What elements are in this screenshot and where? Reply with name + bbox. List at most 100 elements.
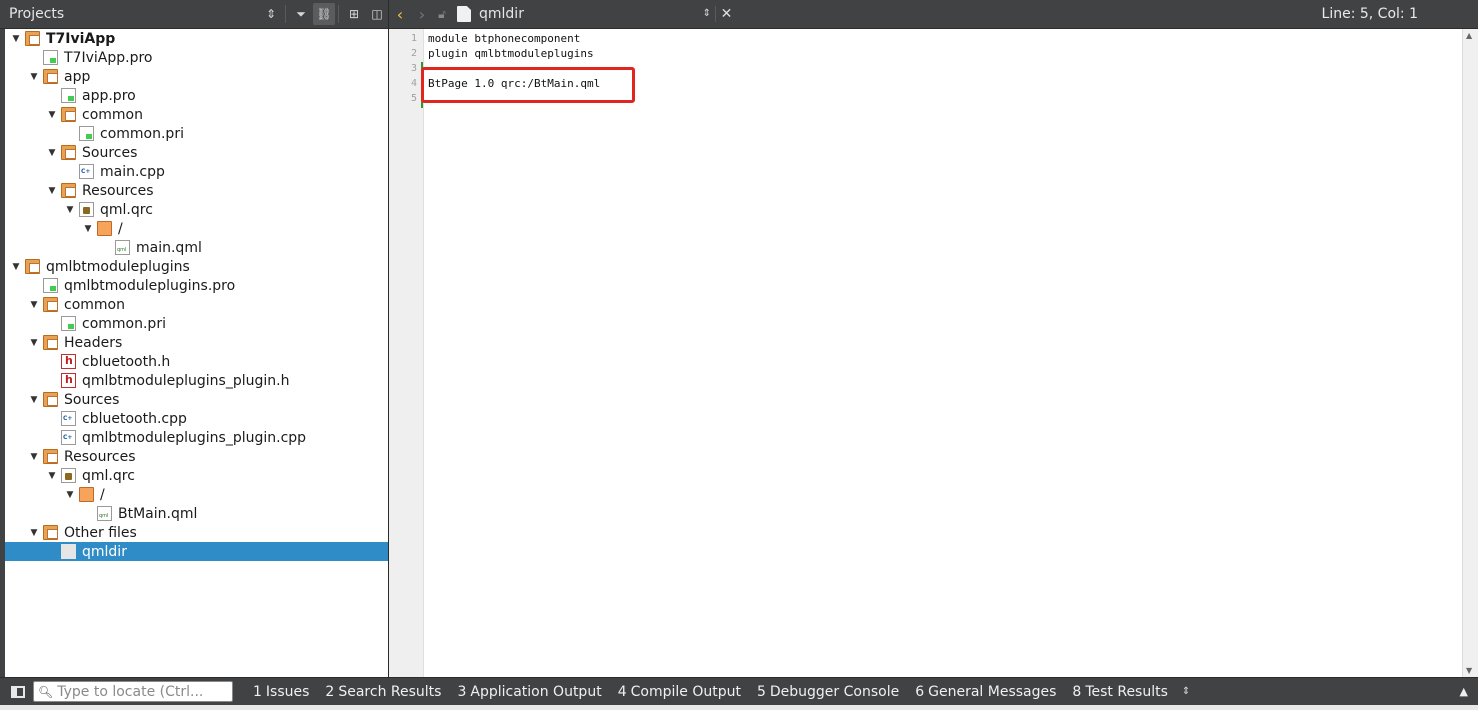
expand-arrow-icon[interactable]: ▼	[25, 452, 43, 462]
close-document-icon[interactable]: ✕	[715, 6, 737, 22]
tree-item[interactable]: ▼ common	[5, 105, 388, 124]
tree-item[interactable]: T7IviApp.pro	[5, 48, 388, 67]
tree-item[interactable]: ▼ qml.qrc	[5, 466, 388, 485]
pro-file-icon	[43, 50, 58, 65]
expand-arrow-icon[interactable]: ▼	[61, 490, 79, 500]
expand-arrow-icon[interactable]: ▼	[25, 300, 43, 310]
output-pane-button[interactable]: 6 General Messages	[907, 684, 1064, 700]
tree-item[interactable]: ▼ qml.qrc	[5, 200, 388, 219]
tree-item[interactable]: qmlbtmoduleplugins_plugin.cpp	[5, 428, 388, 447]
project-folder-icon	[25, 31, 40, 46]
tree-item[interactable]: ▼ Other files	[5, 523, 388, 542]
expand-arrow-icon[interactable]: ▼	[61, 205, 79, 215]
filter-icon[interactable]: ⏷	[290, 3, 312, 25]
tree-item[interactable]: ▼ qmlbtmoduleplugins	[5, 257, 388, 276]
output-pane-button[interactable]: 3 Application Output	[449, 684, 609, 700]
tree-item[interactable]: ▼ Resources	[5, 181, 388, 200]
expand-arrow-icon[interactable]: ▼	[25, 395, 43, 405]
document-name: qmldir	[479, 6, 524, 22]
pane-label: General Messages	[928, 683, 1057, 700]
tree-item[interactable]: main.qml	[5, 238, 388, 257]
editor-toolbar: ‹ › 🔓︎ qmldir ⇕ ✕ Line: 5, Col: 1	[389, 0, 1478, 29]
code-line[interactable]: module btphonecomponent	[424, 31, 1462, 46]
go-forward-icon[interactable]: ›	[411, 5, 433, 24]
open-documents-combo[interactable]: qmldir ⇕	[479, 6, 715, 22]
qml-file-icon	[97, 506, 112, 521]
tree-item-label: /	[100, 486, 105, 503]
tree-item[interactable]: ▼ Resources	[5, 447, 388, 466]
sources-folder-icon	[61, 145, 76, 160]
tree-item[interactable]: ▼ Sources	[5, 390, 388, 409]
tree-item[interactable]: ▼ app	[5, 67, 388, 86]
scroll-up-icon[interactable]: ▲	[1466, 31, 1472, 40]
tree-item-label: main.cpp	[100, 163, 165, 180]
tree-item-label: Resources	[64, 448, 136, 465]
tree-item[interactable]: ▼ Sources	[5, 143, 388, 162]
link-icon[interactable]: ⛓	[313, 3, 335, 25]
tree-item-label: common	[64, 296, 125, 313]
line-number: 3	[410, 63, 417, 74]
locator-field[interactable]: 🔍︎	[33, 681, 233, 702]
tree-item[interactable]: qmldir	[5, 542, 388, 561]
toggle-sidebar-icon[interactable]	[11, 685, 25, 698]
output-pane-button[interactable]: 2 Search Results	[317, 684, 449, 700]
output-pane-button[interactable]: 8 Test Results	[1064, 684, 1176, 700]
folder-icon	[79, 487, 94, 502]
locator-input[interactable]	[57, 683, 228, 700]
tree-item-label: qml.qrc	[82, 467, 135, 484]
updown-icon[interactable]: ⇕	[260, 3, 282, 25]
expand-arrow-icon[interactable]: ▼	[25, 338, 43, 348]
projects-pane-title[interactable]: Projects	[0, 6, 259, 22]
close-pane-icon[interactable]: ◫	[366, 3, 388, 25]
tree-item[interactable]: cbluetooth.cpp	[5, 409, 388, 428]
tree-item[interactable]: common.pri	[5, 314, 388, 333]
tree-item[interactable]: qmlbtmoduleplugins.pro	[5, 276, 388, 295]
pro-file-icon	[61, 316, 76, 331]
code-line[interactable]: plugin qmlbtmoduleplugins	[424, 46, 1462, 61]
tree-item[interactable]: ▼ common	[5, 295, 388, 314]
split-icon[interactable]: ⊞	[343, 3, 365, 25]
tree-item[interactable]: ▼ T7IviApp	[5, 29, 388, 48]
expand-arrow-icon[interactable]: ▼	[25, 528, 43, 538]
expand-arrow-icon[interactable]: ▼	[43, 110, 61, 120]
tree-item-label: Resources	[82, 182, 154, 199]
header-file-icon	[61, 373, 76, 388]
tree-item-label: Sources	[64, 391, 120, 408]
expand-arrow-icon[interactable]: ▼	[43, 471, 61, 481]
cursor-position[interactable]: Line: 5, Col: 1	[1322, 6, 1478, 22]
lock-icon[interactable]: 🔓︎	[433, 7, 451, 22]
text-editor[interactable]: module btphonecomponent plugin qmlbtmodul…	[424, 29, 1462, 677]
output-pane-button[interactable]: 1 Issues	[245, 684, 317, 700]
tree-item-label: cbluetooth.cpp	[82, 410, 187, 427]
tree-item[interactable]: cbluetooth.h	[5, 352, 388, 371]
updown-icon[interactable]: ⇕	[1182, 686, 1190, 697]
tree-item-label: qmldir	[82, 543, 127, 560]
project-tree[interactable]: ▼ T7IviApp T7IviApp.pro ▼ app app.pro ▼ common c…	[5, 29, 388, 677]
document-icon	[61, 544, 76, 559]
tree-item[interactable]: main.cpp	[5, 162, 388, 181]
expand-arrow-icon[interactable]: ▼	[79, 224, 97, 234]
tree-item[interactable]: BtMain.qml	[5, 504, 388, 523]
tree-item-label: main.qml	[136, 239, 202, 256]
tree-item[interactable]: app.pro	[5, 86, 388, 105]
tree-item-label: qmlbtmoduleplugins_plugin.cpp	[82, 429, 307, 446]
expand-arrow-icon[interactable]: ▼	[7, 262, 25, 272]
tree-item[interactable]: ▼ /	[5, 485, 388, 504]
tree-item[interactable]: common.pri	[5, 124, 388, 143]
tree-item-label: app.pro	[82, 87, 136, 104]
tree-item[interactable]: ▼ /	[5, 219, 388, 238]
output-pane-button[interactable]: 4 Compile Output	[610, 684, 749, 700]
output-pane-button[interactable]: 5 Debugger Console	[749, 684, 907, 700]
scroll-down-icon[interactable]: ▼	[1466, 666, 1472, 675]
expand-arrow-icon[interactable]: ▼	[7, 34, 25, 44]
line-number-gutter: 1 2 3 4 5	[389, 29, 424, 677]
maximize-panel-icon[interactable]: ▲	[1460, 685, 1468, 698]
expand-arrow-icon[interactable]: ▼	[25, 72, 43, 82]
tree-item[interactable]: qmlbtmoduleplugins_plugin.h	[5, 371, 388, 390]
expand-arrow-icon[interactable]: ▼	[43, 186, 61, 196]
vertical-scrollbar[interactable]: ▲ ▼	[1462, 29, 1478, 677]
pane-number: 1	[253, 683, 262, 700]
expand-arrow-icon[interactable]: ▼	[43, 148, 61, 158]
tree-item[interactable]: ▼ Headers	[5, 333, 388, 352]
go-back-icon[interactable]: ‹	[389, 5, 411, 24]
